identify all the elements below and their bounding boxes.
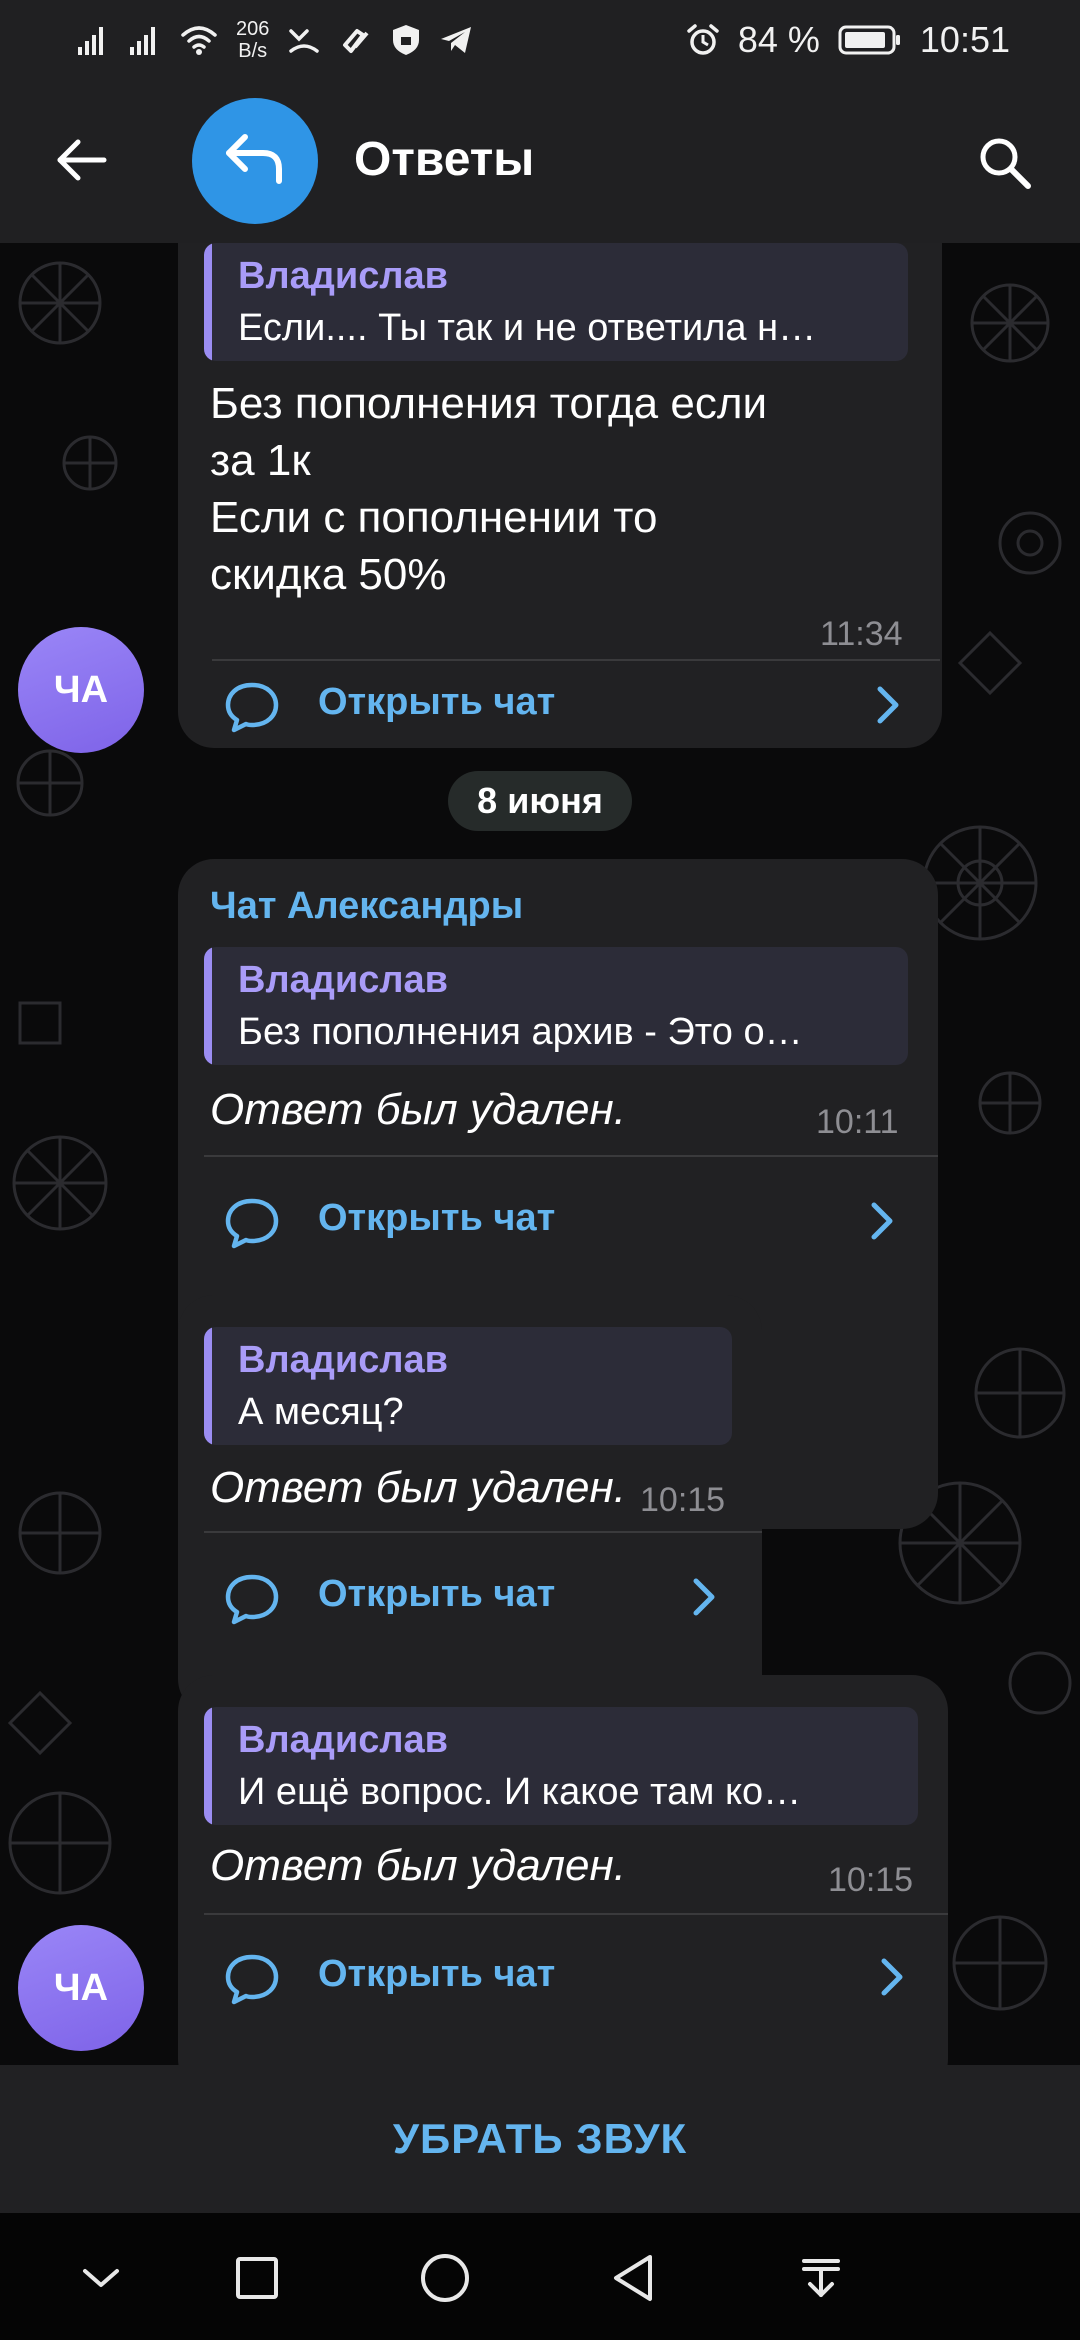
- divider: [204, 1531, 762, 1533]
- quote-author: Владислав: [238, 959, 448, 1001]
- chevron-right-icon: [877, 686, 899, 724]
- battery-percent: 84 %: [737, 19, 820, 60]
- system-nav-bar: [0, 2213, 1080, 2340]
- chat-bubble-icon: [225, 682, 279, 733]
- avatar[interactable]: ЧА: [18, 1925, 144, 2051]
- message-time: 10:15: [640, 1481, 726, 1519]
- app-header: Ответы: [0, 80, 1080, 243]
- open-chat-label: Открыть чат: [318, 1197, 556, 1239]
- status-right: 84 % 10:51: [686, 19, 1010, 61]
- replies-avatar[interactable]: [192, 98, 318, 224]
- message-text: Ответ был удален.: [210, 1463, 626, 1512]
- huawei-health-icon: [339, 23, 373, 57]
- chevron-right-icon: [693, 1578, 715, 1616]
- reply-quote[interactable]: Владислав Если.... Ты так и не ответила …: [204, 243, 908, 361]
- back-arrow-icon[interactable]: [46, 130, 116, 190]
- chat-bubble-icon: [225, 1574, 279, 1625]
- reply-message[interactable]: Владислав Если.... Ты так и не ответила …: [178, 243, 942, 748]
- open-chat-label: Открыть чат: [318, 681, 556, 723]
- open-chat-button[interactable]: Открыть чат: [178, 1159, 938, 1279]
- battery-icon: [838, 23, 902, 57]
- search-icon[interactable]: [970, 128, 1040, 198]
- chat-bubble-icon: [225, 1954, 279, 2005]
- open-chat-button[interactable]: Открыть чат: [178, 643, 942, 763]
- chat-area[interactable]: Владислав Если.... Ты так и не ответила …: [0, 243, 1080, 2065]
- reply-icon: [223, 131, 287, 192]
- date-separator: 8 июня: [448, 771, 632, 831]
- message-text: Ответ был удален.: [210, 1085, 626, 1134]
- reply-message[interactable]: Владислав А месяц? Ответ был удален. 10:…: [178, 1295, 762, 1715]
- message-time: 10:15: [828, 1861, 914, 1899]
- open-chat-button[interactable]: Открыть чат: [178, 1535, 762, 1655]
- chevron-right-icon: [871, 1202, 893, 1240]
- quote-text: Если.... Ты так и не ответила н…: [238, 307, 817, 349]
- reply-message[interactable]: Владислав И ещё вопрос. И какое там ко… …: [178, 1675, 948, 2065]
- quote-text: Без пополнения архив - Это о…: [238, 1011, 803, 1053]
- clock: 10:51: [919, 19, 1010, 60]
- quote-author: Владислав: [238, 255, 448, 297]
- page-title: Ответы: [354, 133, 535, 186]
- missed-call-icon: [287, 23, 321, 57]
- open-chat-button[interactable]: Открыть чат: [178, 1915, 948, 2035]
- reply-quote[interactable]: Владислав И ещё вопрос. И какое там ко…: [204, 1707, 918, 1825]
- message-text: Ответ был удален.: [210, 1841, 626, 1890]
- chat-bubble-icon: [225, 1198, 279, 1249]
- quote-author: Владислав: [238, 1339, 448, 1381]
- net-speed: 206 B/s: [236, 18, 270, 62]
- home-circle-icon[interactable]: [410, 2243, 480, 2313]
- message-line: за 1к: [210, 436, 311, 485]
- recents-square-icon[interactable]: [222, 2243, 292, 2313]
- quote-text: А месяц?: [238, 1391, 404, 1433]
- open-chat-label: Открыть чат: [318, 1573, 556, 1615]
- divider: [204, 1155, 938, 1157]
- back-triangle-icon[interactable]: [598, 2243, 668, 2313]
- signal-icon: [128, 23, 162, 57]
- reply-quote[interactable]: Владислав Без пополнения архив - Это о…: [204, 947, 908, 1065]
- vpn-shield-icon: [391, 23, 421, 57]
- quote-text: И ещё вопрос. И какое там ко…: [238, 1771, 802, 1813]
- message-line: Если с пополнении то: [210, 493, 658, 542]
- message-text: Без пополнения тогда если за 1к Если с п…: [210, 375, 850, 603]
- chevron-right-icon: [881, 1958, 903, 1996]
- status-left: 206 B/s: [76, 18, 473, 62]
- reply-quote[interactable]: Владислав А месяц?: [204, 1327, 732, 1445]
- message-line: скидка 50%: [210, 550, 447, 599]
- wifi-icon: [180, 23, 218, 57]
- sender-name[interactable]: Чат Александры: [210, 885, 523, 928]
- quote-author: Владислав: [238, 1719, 448, 1761]
- mute-bar: УБРАТЬ ЗВУК: [0, 2065, 1080, 2213]
- signal-icon: [76, 23, 110, 57]
- alarm-icon: [686, 23, 720, 57]
- open-chat-label: Открыть чат: [318, 1953, 556, 1995]
- message-time: 10:11: [816, 1103, 899, 1141]
- notification-down-icon[interactable]: [786, 2243, 856, 2313]
- telegram-icon: [439, 23, 473, 57]
- mute-button[interactable]: УБРАТЬ ЗВУК: [393, 2115, 687, 2163]
- chevron-down-icon[interactable]: [66, 2243, 136, 2313]
- message-line: Без пополнения тогда если: [210, 379, 768, 428]
- avatar[interactable]: ЧА: [18, 627, 144, 753]
- status-bar: 206 B/s 84 % 10:51: [0, 0, 1080, 80]
